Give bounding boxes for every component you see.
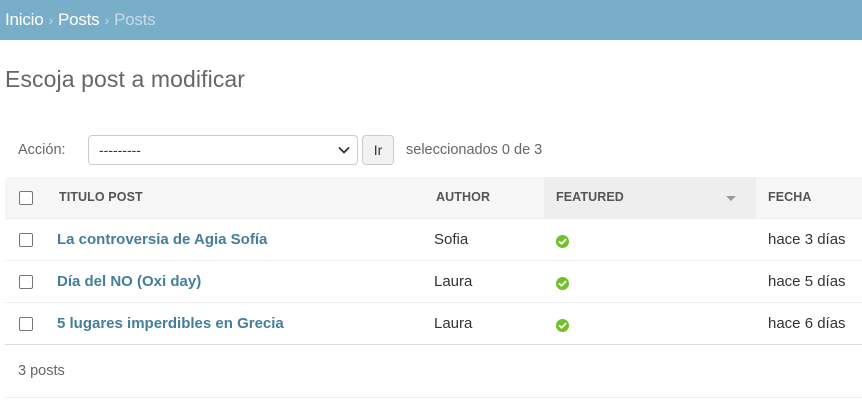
post-author: Laura: [426, 302, 544, 345]
action-bar: Acción: --------- Ir seleccionados 0 de …: [5, 134, 862, 166]
table-header-row: Titulo post Author Featured Fecha: [5, 177, 862, 219]
select-all-cell: [5, 177, 49, 219]
post-title-link[interactable]: La controversia de Agia Sofía: [57, 231, 267, 248]
row-checkbox[interactable]: [19, 274, 33, 289]
results-table: Titulo post Author Featured Fecha La con…: [5, 177, 862, 345]
chevron-down-icon: [338, 147, 350, 154]
paginator: 3 posts: [5, 344, 862, 398]
page-title: Escoja post a modificar: [5, 66, 246, 92]
result-count: 3 posts: [18, 363, 65, 379]
table-row: Día del NO (Oxi day) Laura hace 5 días: [5, 260, 862, 303]
post-author: Laura: [426, 260, 544, 303]
post-author: Sofia: [426, 218, 544, 261]
post-title-link[interactable]: 5 lugares imperdibles en Grecia: [57, 315, 284, 332]
select-all-checkbox[interactable]: [19, 190, 33, 205]
check-circle-icon: [556, 276, 569, 290]
breadcrumb: Inicio › Posts › Posts: [0, 0, 862, 40]
table-row: 5 lugares imperdibles en Grecia Laura ha…: [5, 302, 862, 345]
row-checkbox[interactable]: [19, 316, 33, 331]
action-select-value: ---------: [99, 142, 141, 158]
column-header-date[interactable]: Fecha: [756, 177, 862, 219]
post-date: hace 5 días: [756, 260, 862, 303]
breadcrumb-separator: ›: [104, 12, 110, 28]
breadcrumb-current: Posts: [113, 10, 156, 29]
post-date: hace 6 días: [756, 302, 862, 345]
check-circle-icon: [556, 318, 569, 332]
breadcrumb-home-link[interactable]: Inicio: [5, 10, 44, 30]
check-circle-icon: [556, 234, 569, 248]
selection-counter: seleccionados 0 de 3: [406, 142, 543, 158]
go-button[interactable]: Ir: [362, 135, 394, 165]
column-header-featured[interactable]: Featured: [544, 177, 756, 219]
breadcrumb-separator: ›: [48, 12, 54, 28]
column-header-featured-label: Featured: [556, 190, 624, 205]
column-header-title[interactable]: Titulo post: [49, 177, 426, 219]
post-title-link[interactable]: Día del NO (Oxi day): [57, 273, 201, 290]
action-select[interactable]: ---------: [88, 135, 358, 165]
action-label: Acción:: [18, 142, 66, 158]
table-row: La controversia de Agia Sofía Sofia hace…: [5, 218, 862, 261]
column-header-author[interactable]: Author: [426, 177, 544, 219]
row-checkbox[interactable]: [19, 232, 33, 247]
post-date: hace 3 días: [756, 218, 862, 261]
breadcrumb-app-link[interactable]: Posts: [58, 10, 100, 30]
sort-desc-icon[interactable]: [726, 196, 736, 201]
